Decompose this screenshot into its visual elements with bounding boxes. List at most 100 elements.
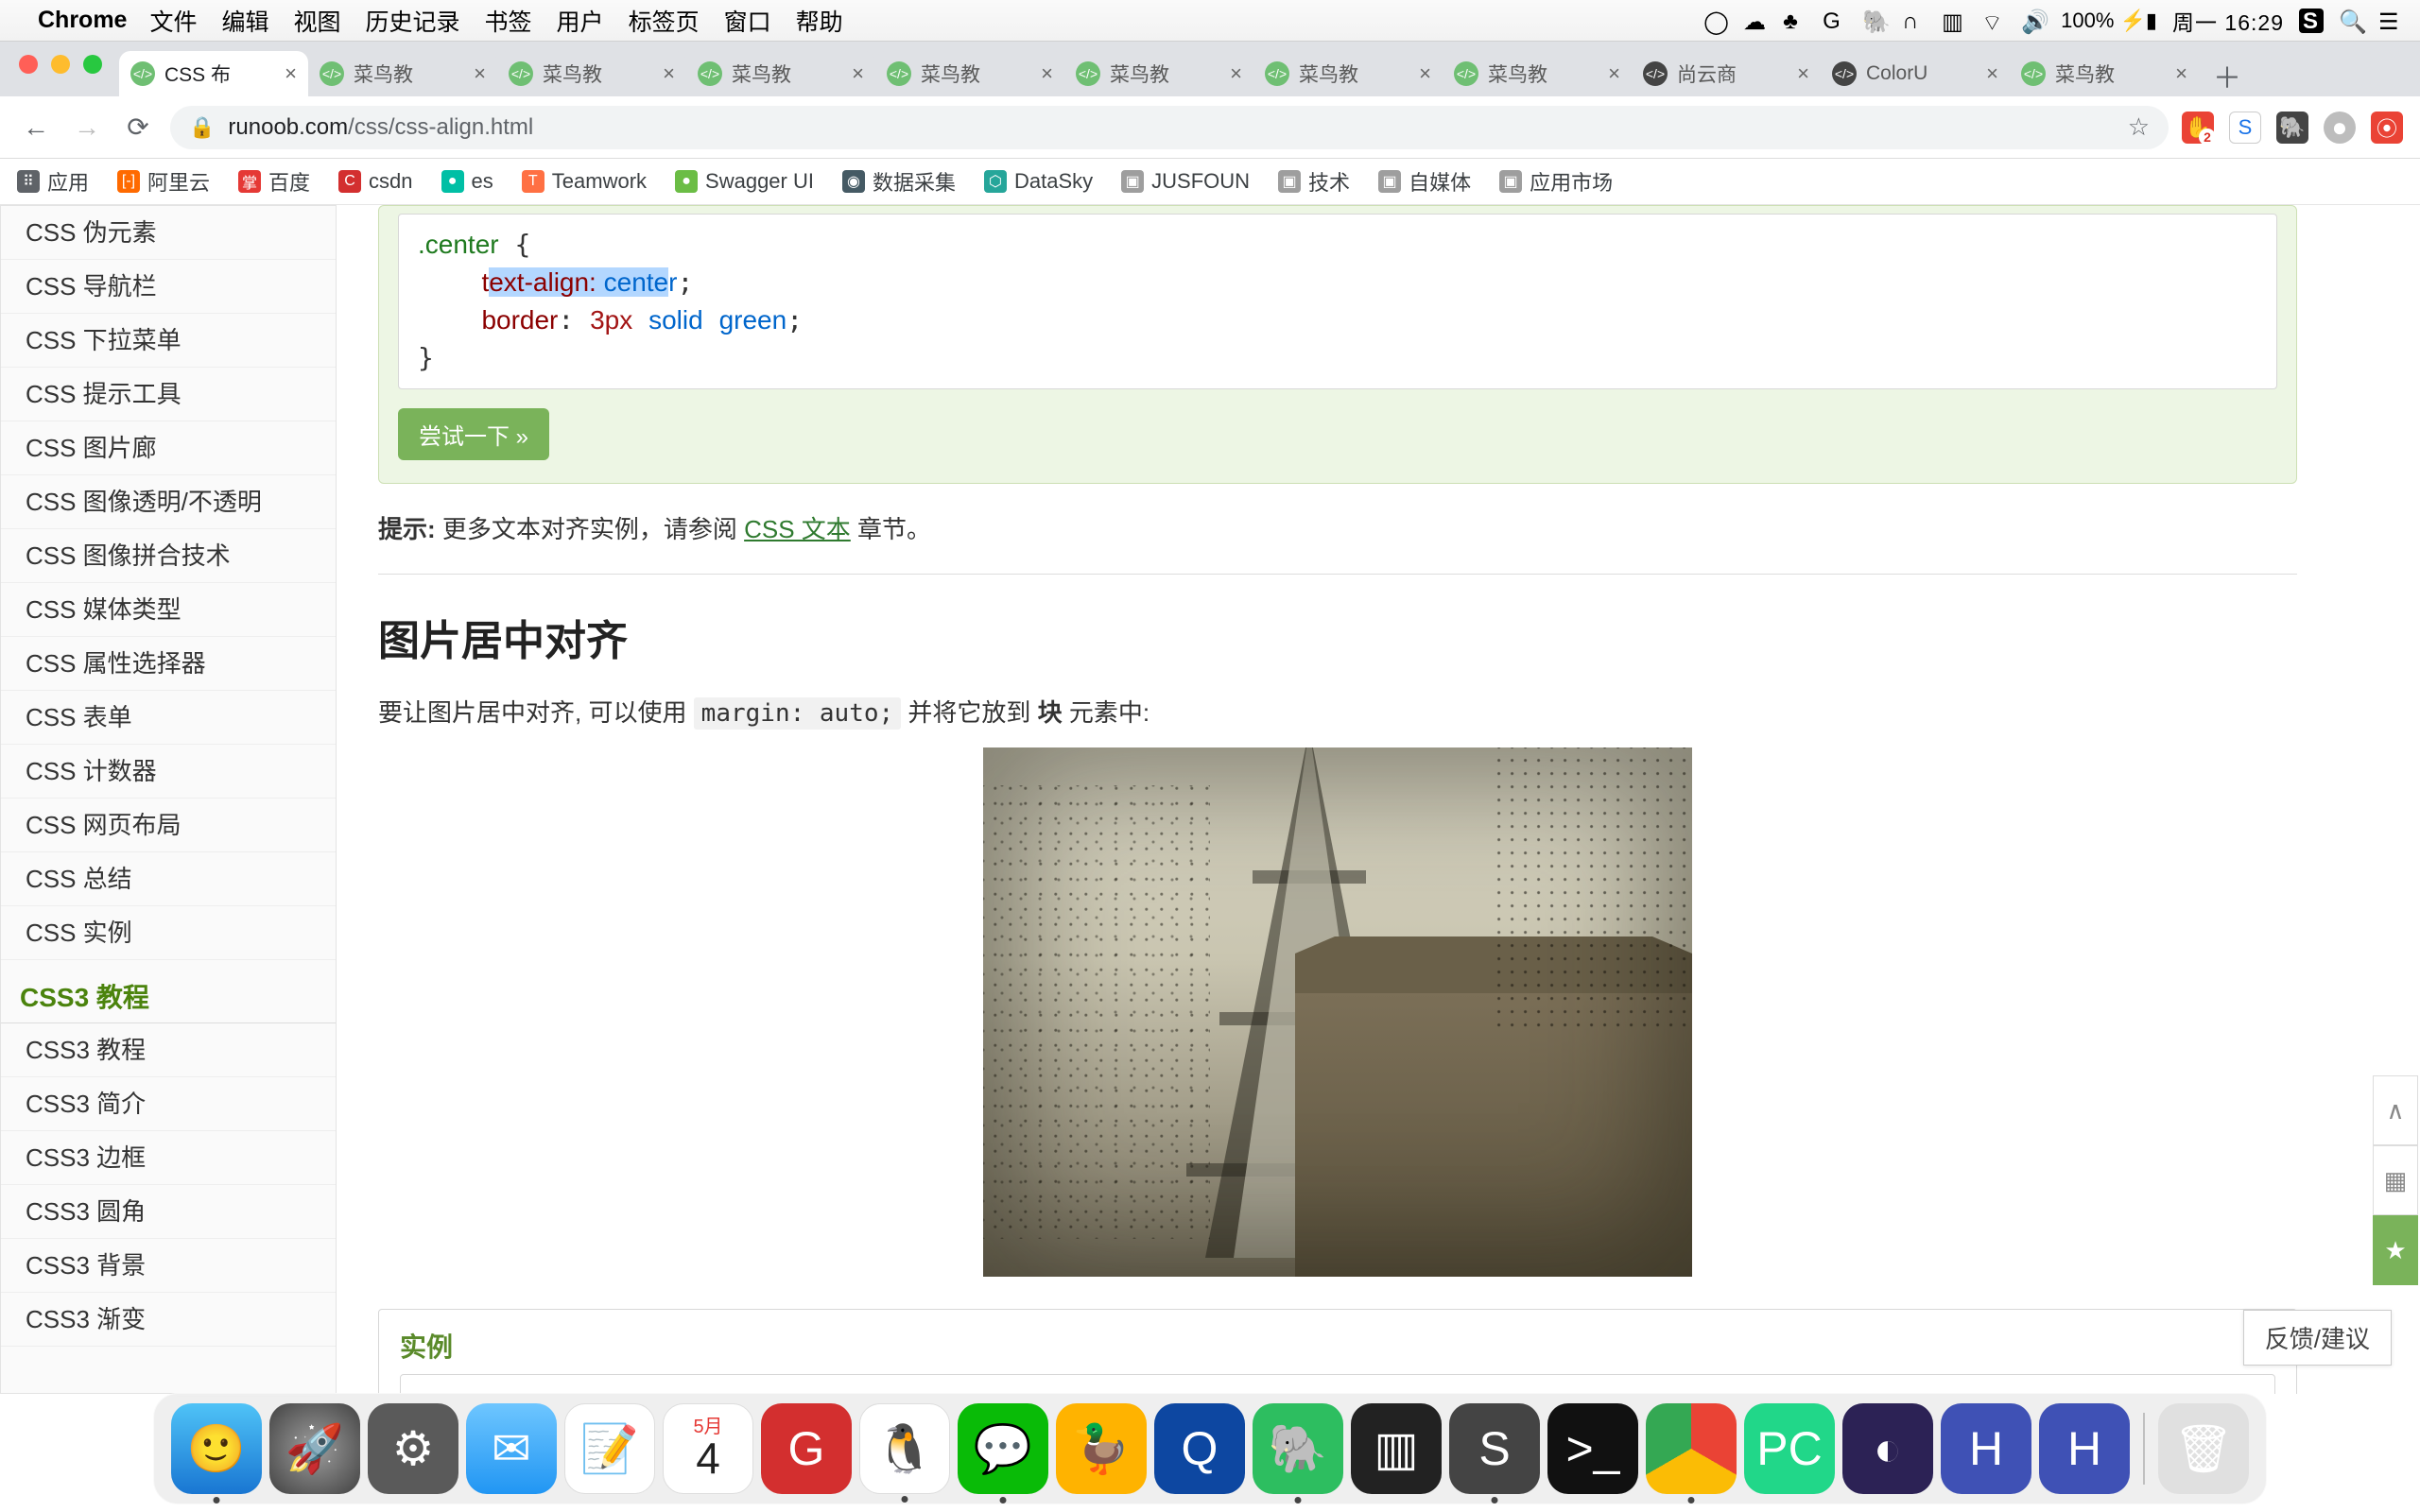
bookmark-item[interactable]: ⠿应用 <box>17 166 89 197</box>
menu-bookmarks[interactable]: 书签 <box>485 4 532 38</box>
control-center-icon[interactable]: ☰ <box>2378 9 2403 33</box>
bookmark-item[interactable]: ◉数据采集 <box>842 166 956 197</box>
adblock-ext-icon[interactable]: ✋ <box>2182 112 2214 144</box>
launchpad-app[interactable]: 🚀 <box>269 1403 360 1494</box>
menu-file[interactable]: 文件 <box>149 4 197 38</box>
tab-close-icon[interactable]: × <box>1986 61 1998 86</box>
evernote-status-icon[interactable]: 🐘 <box>1862 9 1887 33</box>
sidebar-item[interactable]: CSS 导航栏 <box>1 260 336 314</box>
sidebar-item[interactable]: CSS3 边框 <box>1 1131 336 1185</box>
sidebar-item[interactable]: CSS 表单 <box>1 691 336 745</box>
sidebar-item[interactable]: CSS 图片廊 <box>1 421 336 475</box>
mail-app[interactable]: ✉ <box>466 1403 557 1494</box>
sidebar-item[interactable]: CSS 总结 <box>1 852 336 906</box>
battery-percent[interactable]: 100% ⚡▮ <box>2061 9 2157 33</box>
browser-tab[interactable]: </>菜鸟教× <box>497 51 686 96</box>
sidebar-item[interactable]: CSS 图像拼合技术 <box>1 529 336 583</box>
clock[interactable]: 周一 16:29 <box>2172 5 2284 37</box>
menu-history[interactable]: 历史记录 <box>366 4 460 38</box>
tab-close-icon[interactable]: × <box>474 61 486 86</box>
bookmark-item[interactable]: ●es <box>441 169 493 194</box>
tab-close-icon[interactable]: × <box>1608 61 1620 86</box>
sidebar-item[interactable]: CSS3 渐变 <box>1 1293 336 1347</box>
headphone-icon[interactable]: ∩ <box>1902 9 1927 33</box>
minimize-window-button[interactable] <box>51 55 70 74</box>
tab-close-icon[interactable]: × <box>285 61 297 86</box>
sogou-icon[interactable]: S <box>2299 9 2324 33</box>
battery-meter-icon[interactable]: ▥ <box>1942 9 1966 33</box>
fullscreen-window-button[interactable] <box>83 55 102 74</box>
bookmark-item[interactable]: ▣技术 <box>1278 166 1350 197</box>
bookmark-item[interactable]: TTeamwork <box>522 169 647 194</box>
eclipse-app[interactable]: ◐ <box>1842 1403 1933 1494</box>
menu-help[interactable]: 帮助 <box>796 4 843 38</box>
new-tab-button[interactable]: ＋ <box>2206 55 2248 96</box>
sidebar-item[interactable]: CSS 计数器 <box>1 745 336 799</box>
tab-close-icon[interactable]: × <box>1041 61 1053 86</box>
browser-tab[interactable]: </>菜鸟教× <box>875 51 1064 96</box>
evernote-ext-icon[interactable]: 🐘 <box>2276 112 2308 144</box>
spotlight-icon[interactable]: 🔍 <box>2339 9 2363 33</box>
sidebar-item[interactable]: CSS3 教程 <box>1 1023 336 1077</box>
foxit-app[interactable]: G <box>761 1403 852 1494</box>
bookmark-item[interactable]: ▣JUSFOUN <box>1121 169 1250 194</box>
quicktime-app[interactable]: Q <box>1154 1403 1245 1494</box>
sidebar-item[interactable]: CSS 下拉菜单 <box>1 314 336 368</box>
ublock-ext-icon[interactable]: ⦿ <box>2371 112 2403 144</box>
menu-window[interactable]: 窗口 <box>724 4 771 38</box>
sidebar-item[interactable]: CSS 伪元素 <box>1 206 336 260</box>
menu-tabs[interactable]: 标签页 <box>629 4 700 38</box>
browser-tab[interactable]: </>菜鸟教× <box>686 51 875 96</box>
menu-edit[interactable]: 编辑 <box>221 4 268 38</box>
evernote-app[interactable]: 🐘 <box>1253 1403 1343 1494</box>
try-it-button[interactable]: 尝试一下 » <box>398 408 549 460</box>
finder-app[interactable]: 🙂 <box>171 1403 262 1494</box>
volume-icon[interactable]: 🔊 <box>2021 9 2046 33</box>
bookmark-item[interactable]: ▣应用市场 <box>1499 166 1613 197</box>
favorite-button[interactable]: ★ <box>2373 1215 2418 1285</box>
scroll-top-button[interactable]: ∧ <box>2373 1075 2418 1145</box>
profile-avatar[interactable]: ● <box>2324 112 2356 144</box>
qr-button[interactable]: ▦ <box>2373 1145 2418 1215</box>
bookmark-item[interactable]: Ccsdn <box>338 169 412 194</box>
bookmark-item[interactable]: [-]阿里云 <box>117 166 210 197</box>
notification-icon[interactable]: ♣ <box>1783 9 1807 33</box>
sourcegraph-ext-icon[interactable]: S <box>2229 112 2261 144</box>
trash-app[interactable]: 🗑 <box>2158 1403 2249 1494</box>
browser-tab[interactable]: </>菜鸟教× <box>1253 51 1443 96</box>
browser-tab[interactable]: </>尚云商× <box>1632 51 1821 96</box>
tab-close-icon[interactable]: × <box>1230 61 1242 86</box>
hbuilder1-app[interactable]: H <box>1941 1403 2031 1494</box>
sidebar-item[interactable]: CSS 媒体类型 <box>1 583 336 637</box>
sidebar-item[interactable]: CSS3 圆角 <box>1 1185 336 1239</box>
wechat-app[interactable]: 💬 <box>958 1403 1048 1494</box>
back-button[interactable]: ← <box>17 109 55 146</box>
tab-close-icon[interactable]: × <box>663 61 675 86</box>
bookmark-star-icon[interactable]: ☆ <box>2128 112 2150 142</box>
browser-tab[interactable]: </>菜鸟教× <box>1443 51 1632 96</box>
sidebar-item[interactable]: CSS 网页布局 <box>1 799 336 852</box>
browser-tab[interactable]: </>菜鸟教× <box>308 51 497 96</box>
notes-app[interactable]: 📝 <box>564 1403 655 1494</box>
close-window-button[interactable] <box>19 55 38 74</box>
sidebar-item[interactable]: CSS3 简介 <box>1 1077 336 1131</box>
iterm-app[interactable]: ▥ <box>1351 1403 1442 1494</box>
sidebar-item[interactable]: CSS 提示工具 <box>1 368 336 421</box>
menu-view[interactable]: 视图 <box>294 4 341 38</box>
qq-app[interactable]: 🐧 <box>859 1403 950 1494</box>
terminal-app[interactable]: >_ <box>1547 1403 1638 1494</box>
bookmark-item[interactable]: ⬡DataSky <box>984 169 1093 194</box>
wechat-status-icon[interactable]: ☁ <box>1743 9 1768 33</box>
sublime-app[interactable]: S <box>1449 1403 1540 1494</box>
sidebar-item[interactable]: CSS 实例 <box>1 906 336 960</box>
hbuilder2-app[interactable]: H <box>2039 1403 2130 1494</box>
tab-close-icon[interactable]: × <box>2175 61 2187 86</box>
browser-tab[interactable]: </>菜鸟教× <box>1064 51 1253 96</box>
tab-close-icon[interactable]: × <box>852 61 864 86</box>
tab-close-icon[interactable]: × <box>1797 61 1809 86</box>
address-bar[interactable]: 🔒 runoob.com/css/css-align.html ☆ <box>170 106 2169 149</box>
wifi-icon[interactable]: ⌔ <box>1981 9 2006 33</box>
app-name[interactable]: Chrome <box>38 7 127 34</box>
sidebar-item[interactable]: CSS3 背景 <box>1 1239 336 1293</box>
chrome-app[interactable] <box>1646 1403 1737 1494</box>
